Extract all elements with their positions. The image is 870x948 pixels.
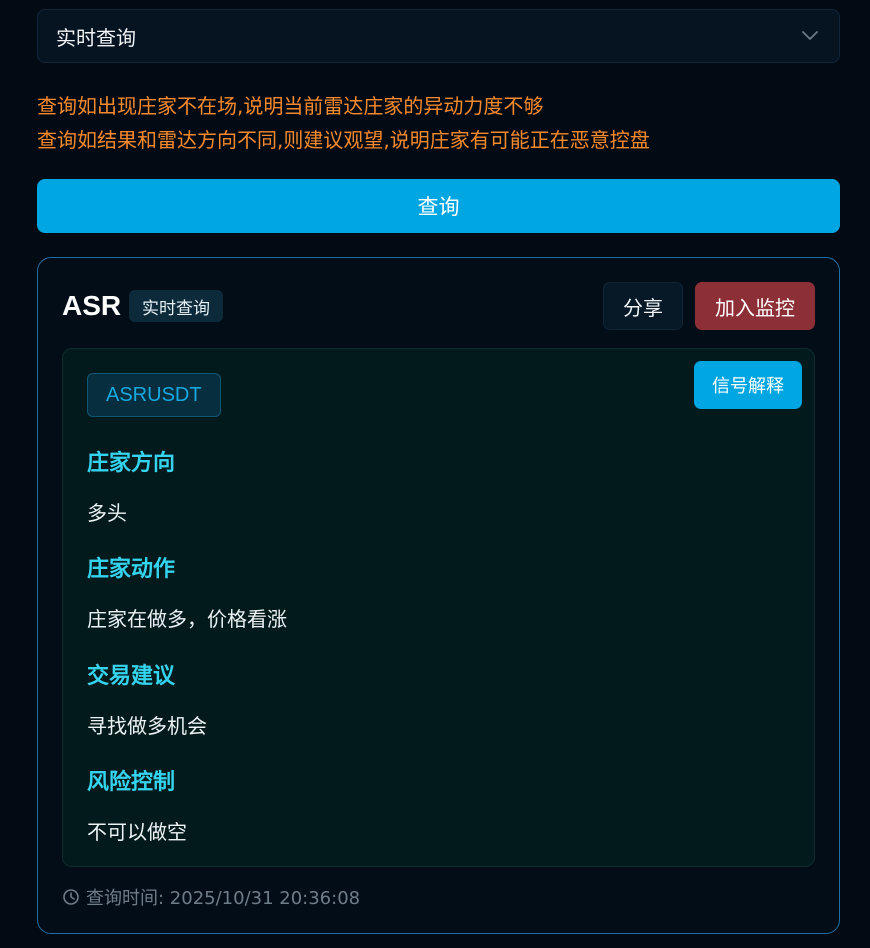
pair-tag: ASRUSDT xyxy=(87,373,221,417)
section-value: 不可以做空 xyxy=(87,820,187,844)
signal-explain-button[interactable]: 信号解释 xyxy=(694,361,802,409)
section-risk: 风险控制 不可以做空 xyxy=(87,764,187,845)
add-monitor-button[interactable]: 加入监控 xyxy=(695,282,815,330)
section-value: 多头 xyxy=(87,501,127,525)
section-title: 庄家动作 xyxy=(87,557,176,582)
share-button[interactable]: 分享 xyxy=(603,282,683,330)
chevron-down-icon xyxy=(801,27,819,45)
signal-panel: ASRUSDT 信号解释 庄家方向 多头 庄家动作 庄家在做多，价格看涨 交易建… xyxy=(62,348,815,867)
symbol-title: ASR xyxy=(62,290,122,321)
notice-line-2: 查询如结果和雷达方向不同,则建议观望,说明庄家有可能正在恶意控盘 xyxy=(37,128,650,152)
section-title: 风险控制 xyxy=(87,770,176,795)
clock-icon xyxy=(62,888,80,906)
query-mode-value: 实时查询 xyxy=(56,25,136,50)
section-value: 寻找做多机会 xyxy=(87,714,207,738)
query-time-text: 查询时间: 2025/10/31 20:36:08 xyxy=(86,888,361,909)
section-direction: 庄家方向 多头 xyxy=(87,445,175,526)
section-action: 庄家动作 庄家在做多，价格看涨 xyxy=(87,551,287,632)
section-title: 庄家方向 xyxy=(87,451,176,476)
page: 实时查询 查询如出现庄家不在场,说明当前雷达庄家的异动力度不够 查询如结果和雷达… xyxy=(0,0,870,948)
section-title: 交易建议 xyxy=(87,664,176,689)
query-time: 查询时间: 2025/10/31 20:36:08 xyxy=(62,884,360,910)
query-button[interactable]: 查询 xyxy=(37,179,840,233)
mode-badge: 实时查询 xyxy=(129,290,223,322)
query-mode-select[interactable]: 实时查询 xyxy=(37,9,840,63)
result-card: ASR 实时查询 分享 加入监控 ASRUSDT 信号解释 庄家方向 多头 庄家… xyxy=(37,257,840,934)
section-advice: 交易建议 寻找做多机会 xyxy=(87,658,207,739)
notice-line-1: 查询如出现庄家不在场,说明当前雷达庄家的异动力度不够 xyxy=(37,94,544,118)
notice-text: 查询如出现庄家不在场,说明当前雷达庄家的异动力度不够 查询如结果和雷达方向不同,… xyxy=(37,89,840,157)
section-value: 庄家在做多，价格看涨 xyxy=(87,607,287,631)
result-header: ASR 实时查询 分享 加入监控 xyxy=(62,282,815,330)
